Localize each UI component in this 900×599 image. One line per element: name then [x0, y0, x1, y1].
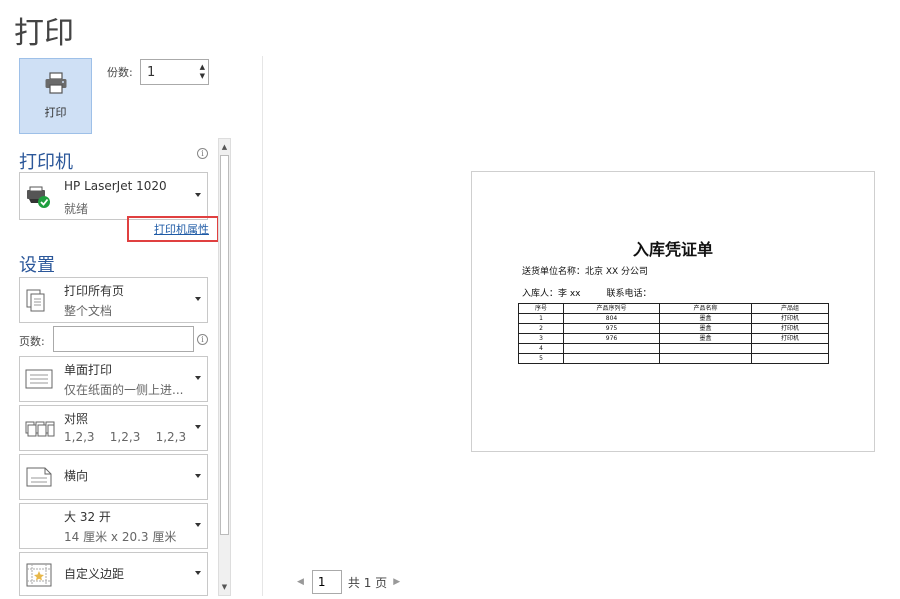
- printer-name: HP LaserJet 1020: [64, 179, 167, 193]
- printer-properties-highlight: 打印机属性: [127, 216, 219, 242]
- margins-title: 自定义边距: [64, 567, 125, 581]
- table-row: 5: [518, 353, 829, 364]
- print-button-label: 打印: [44, 106, 67, 119]
- scroll-up-icon[interactable]: ▲: [220, 141, 229, 153]
- paper-size-title: 大 32 开: [64, 510, 111, 524]
- table-cell: [563, 343, 660, 354]
- sides-dropdown[interactable]: 单面打印 仅在纸面的一侧上进...: [19, 356, 208, 402]
- settings-scrollbar[interactable]: ▲ ▼: [218, 138, 231, 596]
- printer-status: 就绪: [64, 202, 89, 216]
- table-cell: 2: [518, 323, 564, 334]
- table-cell: [659, 343, 752, 354]
- total-pages: 共 1 页: [347, 575, 388, 590]
- chevron-down-icon: [195, 297, 201, 301]
- table-cell: 3: [518, 333, 564, 344]
- settings-section-title: 设置: [19, 255, 55, 276]
- printer-properties-link[interactable]: 打印机属性: [154, 221, 209, 237]
- phone-line: 联系电话：: [606, 289, 652, 299]
- landscape-icon: [25, 465, 53, 493]
- table-header-row: 序号 产品序列号 产品名称 产品组: [518, 303, 829, 314]
- table-header: 序号: [518, 303, 564, 314]
- scrollbar-thumb[interactable]: [220, 155, 229, 535]
- table-header: 产品组: [751, 303, 829, 314]
- current-page-input[interactable]: [311, 570, 342, 594]
- orientation-dropdown[interactable]: 横向: [19, 454, 208, 500]
- pages-label: 页数:: [19, 335, 45, 348]
- page-navigator: ◀ 共 1 页 ▶: [297, 570, 400, 594]
- printer-ready-icon: [25, 185, 53, 213]
- table-cell: [751, 353, 829, 364]
- scroll-down-icon[interactable]: ▼: [220, 581, 229, 593]
- orientation-title: 横向: [64, 469, 89, 483]
- print-button[interactable]: 打印: [19, 58, 92, 134]
- table-row: 1 804 墨盒 打印机: [518, 313, 829, 324]
- collate-subtitle: 1,2,3 1,2,3 1,2,3: [64, 430, 187, 444]
- table-header: 产品序列号: [563, 303, 660, 314]
- print-range-subtitle: 整个文档: [64, 304, 113, 318]
- table-cell: 1: [518, 313, 564, 324]
- collate-dropdown[interactable]: 对照 1,2,3 1,2,3 1,2,3: [19, 405, 208, 451]
- chevron-down-icon: [195, 193, 201, 197]
- single-sided-icon: [25, 367, 53, 395]
- table-cell: 打印机: [751, 333, 829, 344]
- chevron-down-icon: [195, 425, 201, 429]
- receiver-line: 入库人：李 xx: [522, 289, 581, 299]
- copies-label: 份数:: [107, 66, 133, 79]
- sides-subtitle: 仅在纸面的一侧上进...: [64, 383, 184, 397]
- panel-divider: [262, 56, 263, 596]
- paper-size-subtitle: 14 厘米 x 20.3 厘米: [64, 530, 177, 544]
- collate-title: 对照: [64, 412, 89, 426]
- inventory-table: 序号 产品序列号 产品名称 产品组 1 804 墨盒 打印机 2 975 墨盒 …: [518, 303, 829, 364]
- table-row: 4: [518, 343, 829, 354]
- table-cell: 804: [563, 313, 660, 324]
- copies-input[interactable]: [141, 60, 191, 84]
- pages-icon: [25, 288, 49, 318]
- next-page-icon[interactable]: ▶: [393, 577, 400, 587]
- pages-input[interactable]: [53, 326, 194, 352]
- spin-arrows-icon[interactable]: ▲ ▼: [200, 63, 205, 81]
- printer-dropdown[interactable]: HP LaserJet 1020 就绪: [19, 172, 208, 220]
- info-icon[interactable]: i: [197, 334, 208, 345]
- margins-icon: [25, 562, 53, 592]
- table-cell: 墨盒: [659, 323, 752, 334]
- table-header: 产品名称: [659, 303, 752, 314]
- table-cell: 975: [563, 323, 660, 334]
- supplier-line: 送货单位名称：北京 XX 分公司: [522, 267, 649, 277]
- copies-stepper[interactable]: ▲▼: [140, 59, 209, 85]
- chevron-down-icon: [195, 571, 201, 575]
- table-row: 3 976 墨盒 打印机: [518, 333, 829, 344]
- print-range-title: 打印所有页: [64, 284, 125, 298]
- table-cell: [751, 343, 829, 354]
- info-icon[interactable]: i: [197, 148, 208, 159]
- table-cell: [659, 353, 752, 364]
- printer-icon: [44, 72, 68, 98]
- print-range-dropdown[interactable]: 打印所有页 整个文档: [19, 277, 208, 323]
- chevron-down-icon: [195, 523, 201, 527]
- chevron-down-icon: [195, 376, 201, 380]
- chevron-down-icon: [195, 474, 201, 478]
- paper-size-dropdown[interactable]: 大 32 开 14 厘米 x 20.3 厘米: [19, 503, 208, 549]
- page-title: 打印: [14, 16, 74, 51]
- table-row: 2 975 墨盒 打印机: [518, 323, 829, 334]
- receiver-contact-line: 入库人：李 xx 联系电话：: [522, 286, 652, 299]
- table-cell: 打印机: [751, 313, 829, 324]
- table-cell: 5: [518, 353, 564, 364]
- printer-section-title: 打印机: [19, 152, 73, 173]
- table-cell: 4: [518, 343, 564, 354]
- margins-dropdown[interactable]: 自定义边距: [19, 552, 208, 596]
- table-cell: 墨盒: [659, 333, 752, 344]
- collate-icon: [25, 418, 55, 444]
- table-cell: 墨盒: [659, 313, 752, 324]
- document-title: 入库凭证单: [632, 240, 713, 259]
- table-cell: 976: [563, 333, 660, 344]
- table-cell: 打印机: [751, 323, 829, 334]
- print-preview-page: 入库凭证单 送货单位名称：北京 XX 分公司 入库人：李 xx 联系电话： 序号 …: [471, 171, 875, 452]
- table-cell: [563, 353, 660, 364]
- sides-title: 单面打印: [64, 363, 113, 377]
- prev-page-icon[interactable]: ◀: [297, 577, 304, 587]
